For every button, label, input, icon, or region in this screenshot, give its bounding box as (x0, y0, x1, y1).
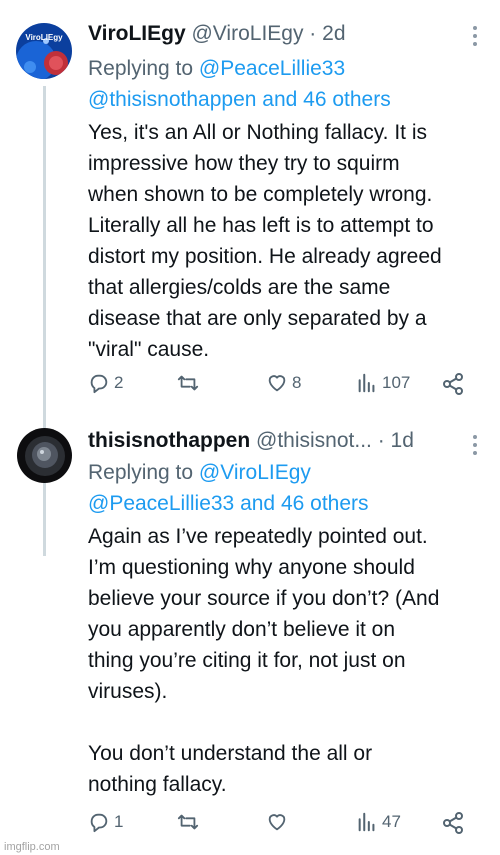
tweet-text: Again as I’ve repeatedly pointed out. I’… (88, 525, 440, 796)
views-count: 47 (382, 812, 401, 831)
share-icon (443, 373, 463, 395)
timestamp[interactable]: 2d (322, 22, 345, 45)
tweet-actions: 1 47 (88, 811, 476, 839)
share-button[interactable] (441, 372, 465, 396)
like-button[interactable] (266, 811, 292, 833)
share-button[interactable] (441, 811, 465, 835)
separator: · (303, 22, 323, 45)
timestamp[interactable]: 1d (391, 429, 414, 452)
share-icon (443, 812, 463, 834)
replying-prefix: Replying to (88, 461, 199, 484)
reply-count: 1 (114, 812, 124, 831)
like-icon (268, 375, 286, 392)
like-count: 8 (292, 373, 302, 392)
handle[interactable]: @ViroLIEgy (191, 22, 303, 45)
tweet: thisisnothappen @thisisnot... · 1d Reply… (0, 415, 500, 855)
views-button[interactable]: 107 (356, 372, 410, 394)
like-icon (268, 814, 286, 831)
mention-others-link[interactable]: @thisisnothappen and 46 others (88, 88, 391, 111)
retweet-icon (177, 375, 199, 391)
reply-icon (90, 813, 108, 833)
display-name[interactable]: ViroLIEgy (88, 22, 186, 45)
replying-to: Replying to @PeaceLillie33 @thisisnothap… (88, 53, 480, 115)
more-options-icon[interactable] (472, 435, 478, 459)
retweet-button[interactable] (177, 372, 203, 394)
virus-avatar-icon: ViroLIEgy (16, 23, 72, 79)
mention-others-link[interactable]: @PeaceLillie33 and 46 others (88, 492, 369, 515)
replying-prefix: Replying to (88, 57, 199, 80)
reply-icon (90, 374, 108, 394)
replying-to: Replying to @ViroLIEgy @PeaceLillie33 an… (88, 457, 480, 519)
avatar-label: ViroLIEgy (25, 33, 63, 42)
mention-link[interactable]: @PeaceLillie33 (199, 57, 345, 80)
views-count: 107 (382, 373, 411, 392)
reply-count: 2 (114, 373, 124, 392)
handle[interactable]: @thisisnot... (256, 429, 372, 452)
reply-button[interactable]: 1 (88, 811, 123, 833)
tweet-header: ViroLIEgy @ViroLIEgy · 2d (88, 22, 464, 46)
watermark: imgflip.com (4, 841, 60, 853)
like-button[interactable]: 8 (266, 372, 301, 394)
views-button[interactable]: 47 (356, 811, 401, 833)
retweet-icon (177, 814, 199, 830)
avatar[interactable]: ViroLIEgy (16, 23, 72, 79)
views-icon (358, 373, 375, 393)
separator: · (371, 429, 391, 452)
more-options-icon[interactable] (472, 26, 478, 50)
dark-avatar-icon (17, 428, 72, 483)
tweet-text: Yes, it's an All or Nothing fallacy. It … (88, 121, 442, 361)
tweet-actions: 2 8 107 (88, 372, 476, 400)
tweet: ViroLIEgy ViroLIEgy @ViroLIEgy · 2d Repl… (0, 0, 500, 415)
tweet-header: thisisnothappen @thisisnot... · 1d (88, 429, 464, 453)
views-icon (358, 812, 375, 832)
retweet-button[interactable] (177, 811, 203, 833)
mention-link[interactable]: @ViroLIEgy (199, 461, 311, 484)
display-name[interactable]: thisisnothappen (88, 429, 250, 452)
reply-button[interactable]: 2 (88, 372, 123, 394)
avatar[interactable] (17, 428, 72, 483)
